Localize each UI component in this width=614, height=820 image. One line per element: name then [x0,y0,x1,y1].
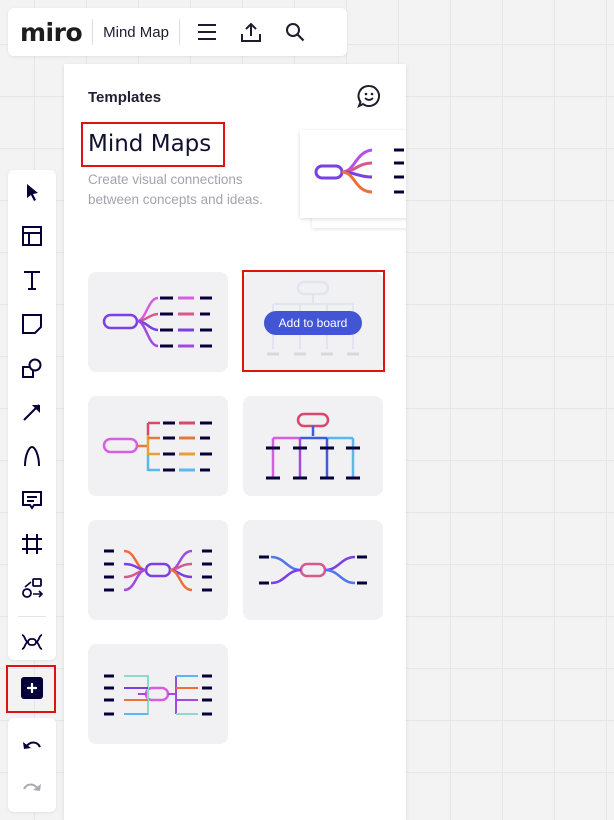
category-description: Create visual connections between concep… [88,172,263,207]
template-org-chart[interactable] [243,396,383,496]
undo-redo-bar [8,718,56,812]
template-mind-map-6[interactable] [243,520,383,620]
miro-logo[interactable]: miro [20,18,83,47]
highlight-box [242,270,385,372]
divider [18,616,46,617]
templates-icon[interactable] [20,224,44,248]
template-mind-map-5[interactable] [88,520,228,620]
comment-icon[interactable] [20,488,44,512]
shapes-icon[interactable] [20,356,44,380]
highlight-box [81,122,225,167]
category-preview [300,130,406,218]
template-mind-map-7[interactable] [88,644,228,744]
more-apps-icon[interactable] [20,576,44,600]
select-arrow-icon[interactable] [20,180,44,204]
template-mind-map-3[interactable] [88,396,228,496]
text-icon[interactable] [20,268,44,292]
pen-icon[interactable] [20,444,44,468]
templates-panel: Templates Mind Maps Create visual connec… [64,64,406,820]
panel-title: Templates [88,89,162,106]
divider [178,19,180,45]
left-toolbar [8,170,56,660]
upload-icon[interactable] [236,17,266,47]
arrow-line-icon[interactable] [20,400,44,424]
redo-icon[interactable] [20,776,44,800]
search-icon[interactable] [280,17,310,47]
board-name[interactable]: Mind Map [103,24,169,41]
top-bar: miro Mind Map [8,8,347,56]
smiley-chat-icon[interactable] [357,84,381,108]
mind-map-icon[interactable] [20,630,44,654]
menu-icon[interactable] [192,17,222,47]
highlight-box [6,665,56,713]
template-mind-map-1[interactable] [88,272,228,372]
undo-icon[interactable] [20,734,44,758]
frame-icon[interactable] [20,532,44,556]
divider [92,19,94,45]
sticky-note-icon[interactable] [20,312,44,336]
